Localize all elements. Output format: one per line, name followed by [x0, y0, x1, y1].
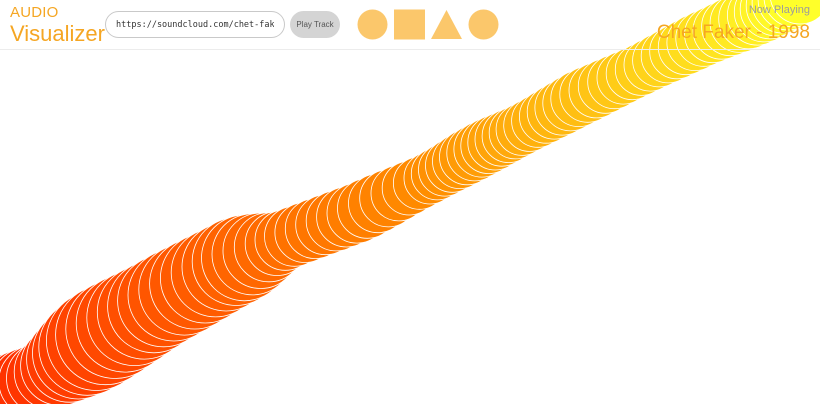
now-playing-label: Now Playing [748, 4, 810, 16]
circle-alt-shape-button[interactable] [468, 9, 499, 40]
logo-visualizer-text: Visualizer [10, 21, 105, 46]
triangle-icon [431, 10, 462, 39]
circle-shape-button[interactable] [357, 9, 388, 40]
now-playing-title: Chet Faker - 1998 [656, 22, 810, 43]
play-track-button[interactable]: Play Track [290, 11, 340, 38]
track-url-input[interactable] [105, 11, 285, 38]
circle-icon [468, 9, 499, 40]
square-shape-button[interactable] [394, 9, 425, 40]
header-bar: AUDIO Visualizer Play Track Now P [0, 0, 820, 50]
logo-audio-text: AUDIO [10, 4, 59, 21]
visualizer-canvas [0, 0, 820, 404]
app-window: AUDIO Visualizer Play Track Now P [0, 0, 820, 404]
circle-icon [357, 9, 388, 40]
app-logo: AUDIO Visualizer [10, 5, 105, 45]
now-playing-panel: Now Playing Chet Faker - 1998 [656, 4, 810, 43]
triangle-shape-button[interactable] [431, 9, 462, 40]
square-icon [394, 9, 425, 40]
